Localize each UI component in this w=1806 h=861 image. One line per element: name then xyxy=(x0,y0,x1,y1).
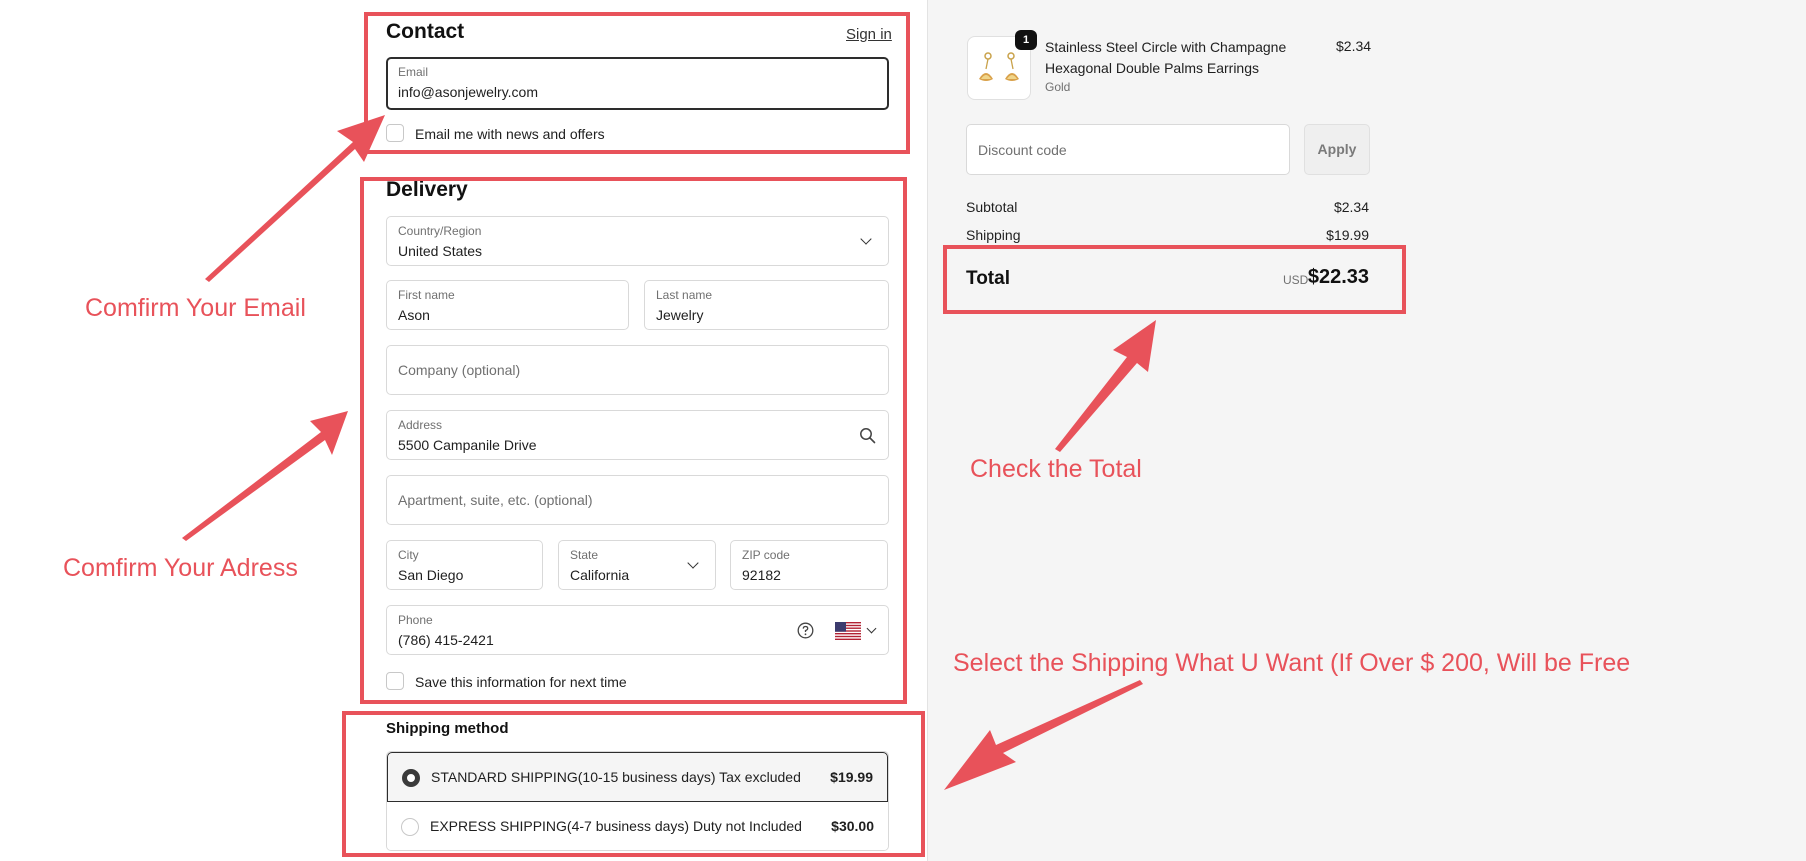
arrow-to-total xyxy=(1055,320,1156,452)
arrow-to-contact xyxy=(205,115,385,282)
annotation-email: Comfirm Your Email xyxy=(85,294,306,322)
arrow-to-shipping xyxy=(944,680,1143,790)
annotation-shipping: Select the Shipping What U Want (If Over… xyxy=(953,649,1631,677)
annotation-address: Comfirm Your Adress xyxy=(63,554,298,582)
annotation-total: Check the Total xyxy=(970,455,1142,483)
arrow-to-delivery xyxy=(182,411,348,541)
annotation-arrows xyxy=(182,115,1156,790)
